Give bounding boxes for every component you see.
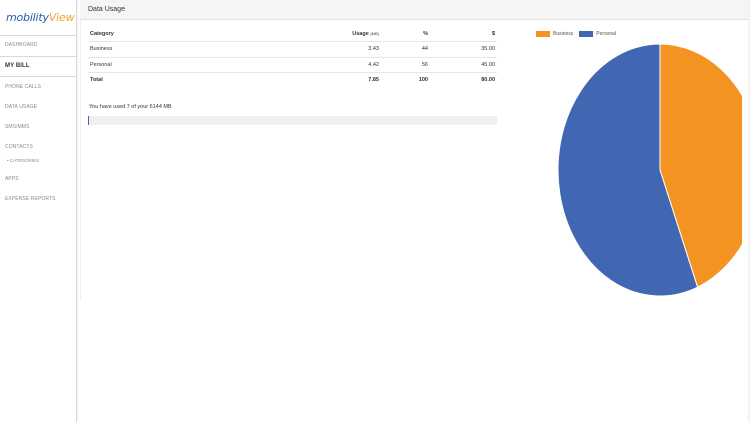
bullet-icon: • — [7, 158, 9, 163]
sidebar-item-dashboard[interactable]: DASHBOARD — [5, 42, 38, 48]
logo-text-mobility: mobility — [6, 11, 49, 24]
logo-text-view: View — [48, 11, 75, 24]
sidebar-item-sms-mms[interactable]: SMS/MMS — [5, 124, 30, 130]
usage-progress-bar — [88, 116, 497, 125]
table-row-total: Total 7.85 100 80.00 — [88, 73, 497, 89]
mobilityview-logo[interactable]: mobilityView — [6, 8, 75, 28]
cell-total-label: Total — [90, 77, 103, 83]
cell-category: Business — [90, 46, 113, 52]
cell-total-percent: 100 — [418, 77, 428, 83]
page-title: Data Usage — [88, 6, 125, 13]
cell-usage: 4.42 — [368, 61, 379, 68]
header-usage-label: Usage — [352, 31, 369, 37]
usage-pie-chart: Business Personal — [476, 24, 742, 304]
main-content: Data Usage Category Usage (MB) % $ Busin… — [80, 0, 750, 422]
header-usage[interactable]: Usage (MB) — [352, 31, 379, 37]
header-percent[interactable]: % — [423, 31, 428, 37]
nav-divider — [0, 35, 77, 36]
cell-usage: 3.43 — [368, 46, 379, 52]
sidebar-subitem-categories[interactable]: • CATEGORIES — [7, 158, 39, 163]
cell-category: Personal — [90, 61, 112, 68]
sidebar-item-apps[interactable]: APPS — [5, 176, 19, 182]
pie-svg — [557, 43, 742, 297]
column-divider — [80, 20, 81, 300]
sidebar-item-my-bill[interactable]: MY BILL — [5, 63, 30, 69]
sidebar-item-expense-reports[interactable]: EXPENSE REPORTS — [5, 196, 56, 202]
cell-percent: 56 — [421, 61, 428, 68]
sidebar: mobilityView DASHBOARD MY BILL PHONE CAL… — [0, 0, 77, 422]
page-header: Data Usage — [80, 0, 750, 20]
header-category[interactable]: Category — [90, 31, 114, 37]
cell-percent: 44 — [421, 46, 428, 52]
usage-summary-text: You have used 7 of your 6144 MB — [89, 104, 172, 110]
sidebar-item-contacts[interactable]: CONTACTS — [5, 144, 33, 150]
data-usage-table: Category Usage (MB) % $ Business 3.43 44… — [88, 28, 497, 89]
nav-divider — [0, 76, 77, 77]
table-row-personal[interactable]: Personal 4.42 56 45.00 — [88, 58, 497, 73]
sidebar-subitem-label: CATEGORIES — [9, 158, 40, 163]
sidebar-item-phone-calls[interactable]: PHONE CALLS — [5, 84, 41, 90]
table-header-row: Category Usage (MB) % $ — [88, 28, 497, 42]
sidebar-item-data-usage[interactable]: DATA USAGE — [5, 104, 37, 110]
cell-total-usage: 7.85 — [368, 77, 379, 83]
nav-divider — [0, 56, 77, 57]
header-usage-unit: (MB) — [370, 31, 379, 36]
table-row-business[interactable]: Business 3.43 44 35.00 — [88, 42, 497, 58]
